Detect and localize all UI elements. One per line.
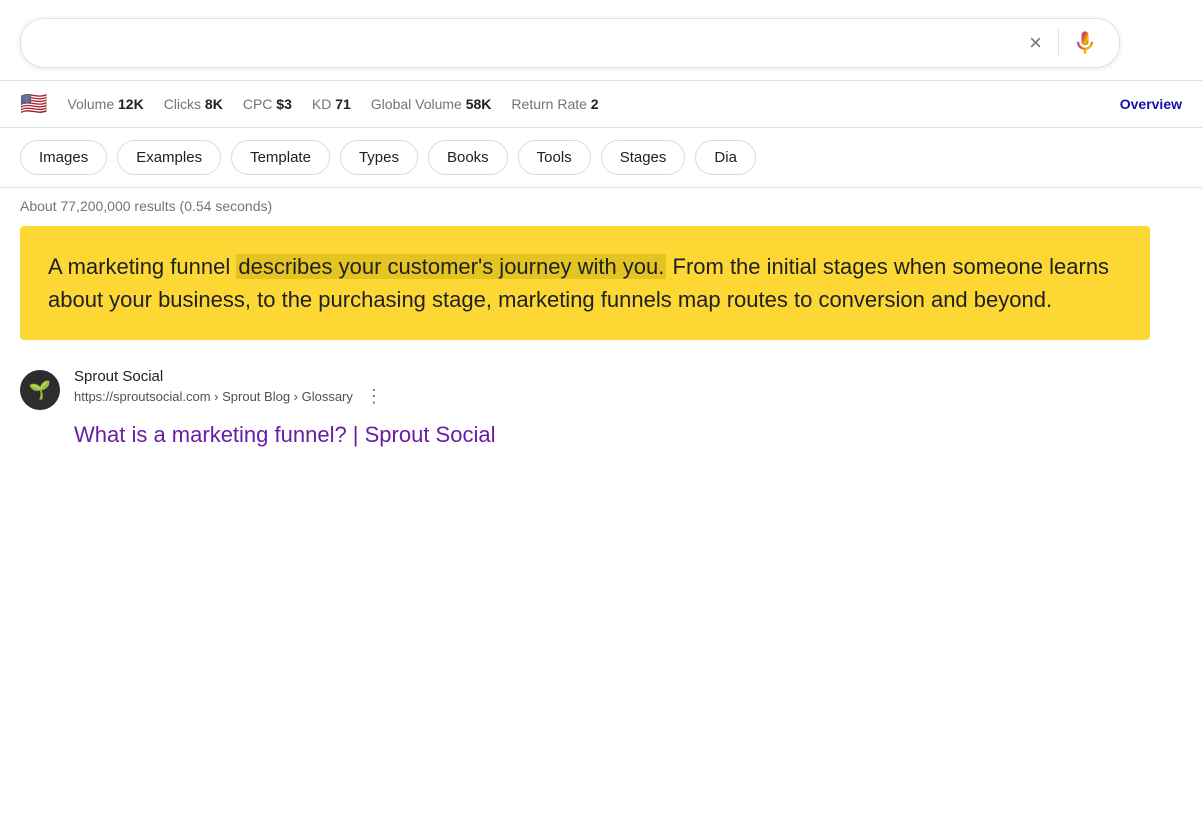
search-divider (1058, 29, 1059, 57)
source-url: https://sproutsocial.com › Sprout Blog ›… (74, 389, 353, 404)
search-input[interactable]: marketing funnel (37, 32, 1021, 55)
mic-icon (1071, 29, 1099, 57)
stat-clicks: Clicks 8K (164, 96, 223, 112)
overview-link[interactable]: Overview (1120, 96, 1182, 112)
pill-tools[interactable]: Tools (518, 140, 591, 175)
pills-row: Images Examples Template Types Books Too… (0, 128, 1202, 188)
source-result: 🌱 Sprout Social https://sproutsocial.com… (0, 356, 1202, 418)
source-more-button[interactable]: ⋮ (361, 387, 387, 405)
source-meta: Sprout Social https://sproutsocial.com ›… (74, 368, 387, 405)
snippet-highlight: describes your customer's journey with y… (236, 254, 666, 279)
search-bar-wrapper: marketing funnel × (0, 0, 1202, 81)
pill-examples[interactable]: Examples (117, 140, 221, 175)
stats-row: 🇺🇸 Volume 12K Clicks 8K CPC $3 KD 71 Glo… (0, 81, 1202, 128)
snippet-text-1: A marketing funnel (48, 254, 236, 279)
flag-icon: 🇺🇸 (20, 91, 47, 117)
stat-volume: Volume 12K (67, 96, 143, 112)
source-favicon-icon: 🌱 (29, 380, 51, 401)
featured-snippet: A marketing funnel describes your custom… (20, 226, 1150, 340)
pill-template[interactable]: Template (231, 140, 330, 175)
pill-types[interactable]: Types (340, 140, 418, 175)
stat-return-rate: Return Rate 2 (511, 96, 598, 112)
pill-stages[interactable]: Stages (601, 140, 686, 175)
stat-global-volume: Global Volume 58K (371, 96, 492, 112)
results-info: About 77,200,000 results (0.54 seconds) (0, 188, 1202, 222)
search-bar: marketing funnel × (20, 18, 1120, 68)
mic-button[interactable] (1067, 29, 1103, 57)
source-url-row: https://sproutsocial.com › Sprout Blog ›… (74, 387, 387, 405)
search-clear-button[interactable]: × (1021, 32, 1050, 54)
pill-images[interactable]: Images (20, 140, 107, 175)
pill-books[interactable]: Books (428, 140, 508, 175)
featured-snippet-text: A marketing funnel describes your custom… (48, 250, 1122, 316)
source-name: Sprout Social (74, 368, 387, 385)
pill-dia[interactable]: Dia (695, 140, 756, 175)
stat-cpc: CPC $3 (243, 96, 292, 112)
result-title-link[interactable]: What is a marketing funnel? | Sprout Soc… (0, 418, 1202, 464)
stat-kd: KD 71 (312, 96, 351, 112)
source-favicon: 🌱 (20, 370, 60, 410)
